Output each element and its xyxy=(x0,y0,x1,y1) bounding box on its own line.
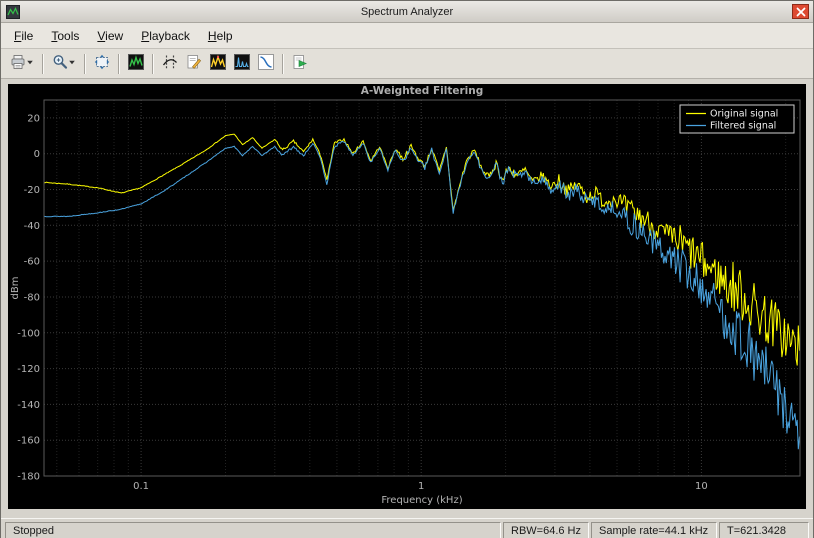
status-state: Stopped xyxy=(5,521,501,538)
svg-text:-60: -60 xyxy=(24,257,40,268)
menu-help[interactable]: Help xyxy=(199,25,242,47)
dropdown-arrow-icon[interactable] xyxy=(26,54,34,73)
cursor-measurements-icon xyxy=(162,54,178,73)
legend[interactable]: Original signalFiltered signal xyxy=(679,104,795,134)
svg-text:-80: -80 xyxy=(24,293,40,304)
ccdf-measurements-icon xyxy=(258,54,274,73)
menu-bar: File Tools View Playback Help xyxy=(1,23,813,49)
status-sample-rate: Sample rate=44.1 kHz xyxy=(591,521,717,538)
svg-text:-20: -20 xyxy=(24,185,40,196)
legend-entry: Filtered signal xyxy=(710,121,776,132)
menu-tools[interactable]: Tools xyxy=(42,25,88,47)
svg-text:-160: -160 xyxy=(17,436,40,447)
toolbar-separator xyxy=(84,53,86,74)
plot-title: A-Weighted Filtering xyxy=(361,85,484,97)
peak-finder-icon xyxy=(210,54,226,73)
window-title: Spectrum Analyzer xyxy=(360,5,454,18)
print-button[interactable] xyxy=(6,52,38,76)
svg-text:0.1: 0.1 xyxy=(133,481,149,492)
cursor-measurements-button[interactable] xyxy=(158,52,182,76)
playback-run-icon xyxy=(292,54,308,73)
peak-finder-button[interactable] xyxy=(206,52,230,76)
svg-text:20: 20 xyxy=(27,113,40,124)
svg-text:0: 0 xyxy=(34,149,40,160)
close-icon xyxy=(796,7,805,16)
spectrum-settings-button[interactable] xyxy=(124,52,148,76)
toolbar-separator xyxy=(42,53,44,74)
toolbar-separator xyxy=(118,53,120,74)
legend-entry: Original signal xyxy=(710,109,778,120)
toolbar xyxy=(1,49,813,79)
distortion-measurements-icon xyxy=(234,54,250,73)
magnifier-icon xyxy=(52,54,68,73)
svg-text:-120: -120 xyxy=(17,364,40,375)
title-bar: Spectrum Analyzer xyxy=(1,1,813,23)
status-rbw: RBW=64.6 Hz xyxy=(503,521,589,538)
playback-run-button[interactable] xyxy=(288,52,312,76)
scale-axes-button[interactable] xyxy=(90,52,114,76)
menu-file[interactable]: File xyxy=(5,25,42,47)
toolbar-separator xyxy=(282,53,284,74)
signal-statistics-button[interactable] xyxy=(182,52,206,76)
window-menu-icon[interactable] xyxy=(5,4,20,19)
zoom-button[interactable] xyxy=(48,52,80,76)
plot-area-frame: A-Weighted Filtering 20 0 -20 -40 -60 -80 -100 -… xyxy=(1,79,813,518)
svg-text:-140: -140 xyxy=(17,400,40,411)
close-button[interactable] xyxy=(792,4,809,19)
menu-playback[interactable]: Playback xyxy=(132,25,199,47)
distortion-measurements-button[interactable] xyxy=(230,52,254,76)
menu-view[interactable]: View xyxy=(88,25,132,47)
toolbar-separator xyxy=(152,53,154,74)
printer-icon xyxy=(10,54,26,73)
svg-text:-40: -40 xyxy=(24,221,40,232)
y-axis-label: dBm xyxy=(10,277,21,300)
ccdf-measurements-button[interactable] xyxy=(254,52,278,76)
spectrum-plot[interactable]: A-Weighted Filtering 20 0 -20 -40 -60 -80 -100 -… xyxy=(8,84,806,509)
fit-view-icon xyxy=(94,54,110,73)
status-time: T=621.3428 xyxy=(719,521,809,538)
spectrum-analyzer-window: Spectrum Analyzer File Tools View Playback H… xyxy=(0,0,814,538)
dropdown-arrow-icon[interactable] xyxy=(68,54,76,73)
signal-statistics-icon xyxy=(186,54,202,73)
status-bar: Stopped RBW=64.6 Hz Sample rate=44.1 kHz… xyxy=(1,518,813,538)
svg-text:10: 10 xyxy=(695,481,708,492)
svg-text:-100: -100 xyxy=(17,328,40,339)
svg-text:-180: -180 xyxy=(17,472,40,483)
spectrum-settings-icon xyxy=(128,54,144,73)
svg-text:1: 1 xyxy=(418,481,424,492)
x-axis-label: Frequency (kHz) xyxy=(381,495,462,506)
